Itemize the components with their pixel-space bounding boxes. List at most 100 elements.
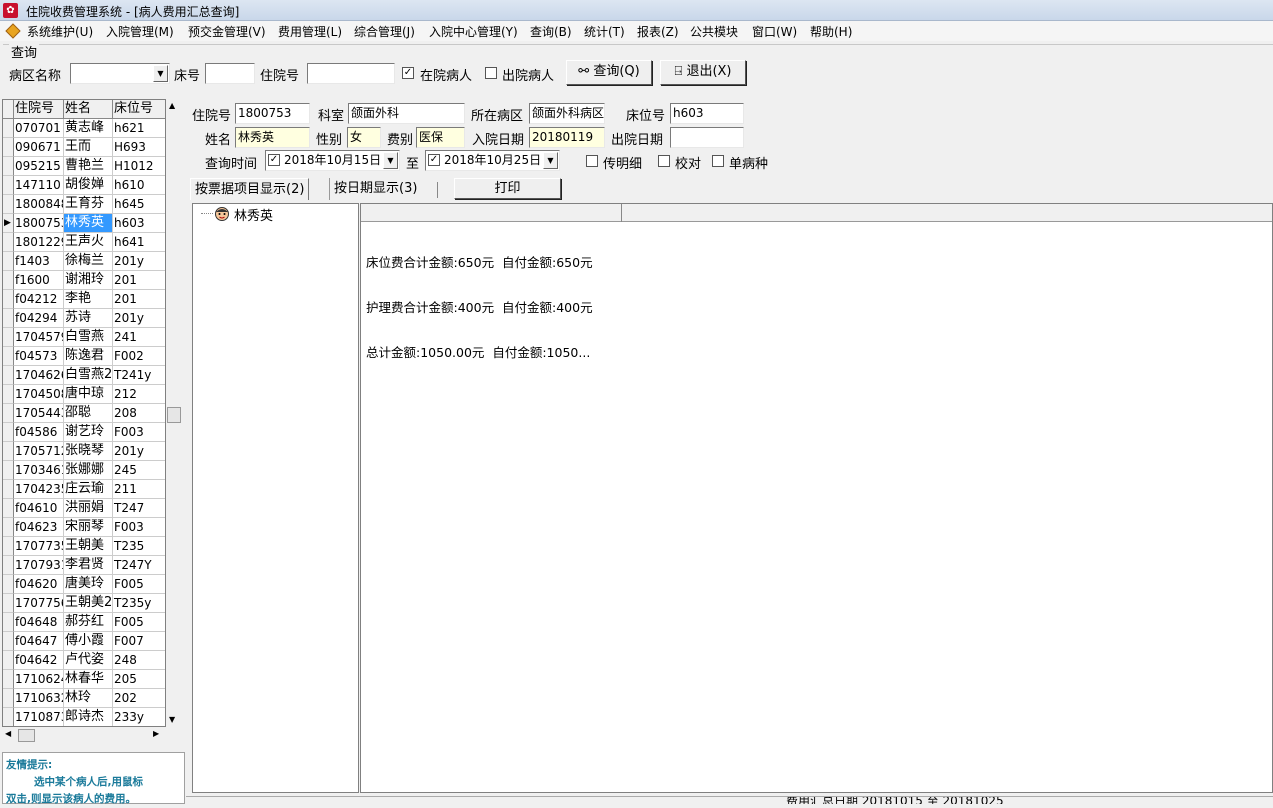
cell-admission[interactable]: f04212: [14, 290, 64, 309]
pi-dept[interactable]: 颌面外科: [348, 103, 465, 124]
bed-input[interactable]: [205, 63, 255, 84]
cell-admission[interactable]: 1800753: [14, 214, 64, 233]
cell-admission[interactable]: 1704508: [14, 385, 64, 404]
menu-system[interactable]: 系统维护(U): [27, 23, 93, 40]
table-row[interactable]: ▶ 1800753 林秀英 h603: [3, 214, 165, 233]
table-row[interactable]: 1704626 白雪燕2 T241y: [3, 366, 165, 385]
table-row[interactable]: f1600 谢湘玲 201: [3, 271, 165, 290]
cell-name[interactable]: 郝芬红: [64, 613, 113, 632]
cell-admission[interactable]: 1707931: [14, 556, 64, 575]
cell-name[interactable]: 白雪燕: [64, 328, 113, 347]
cell-bed[interactable]: h645: [113, 195, 165, 214]
table-row[interactable]: 1705443 邵聪 208: [3, 404, 165, 423]
hscroll-thumb[interactable]: [18, 729, 35, 742]
cell-admission[interactable]: 095215: [14, 157, 64, 176]
table-row[interactable]: 1707931 李君贤 T247Y: [3, 556, 165, 575]
cell-name[interactable]: 唐中琼: [64, 385, 113, 404]
cell-bed[interactable]: 201y: [113, 309, 165, 328]
cell-name[interactable]: 谢艺玲: [64, 423, 113, 442]
cell-bed[interactable]: T247: [113, 499, 165, 518]
cell-name[interactable]: 宋丽琴: [64, 518, 113, 537]
cell-bed[interactable]: T235y: [113, 594, 165, 613]
table-row[interactable]: f04294 苏诗 201y: [3, 309, 165, 328]
cell-bed[interactable]: H693: [113, 138, 165, 157]
grid-horizontal-scrollbar[interactable]: ◀ ▶: [2, 727, 166, 744]
tab-by-receipt[interactable]: 按票据项目显示(2): [190, 178, 310, 200]
cell-bed[interactable]: 208: [113, 404, 165, 423]
cell-bed[interactable]: h610: [113, 176, 165, 195]
cell-bed[interactable]: H1012: [113, 157, 165, 176]
cell-name[interactable]: 林秀英: [64, 214, 113, 233]
table-row[interactable]: 095215 曹艳兰 H1012: [3, 157, 165, 176]
cell-admission[interactable]: 070701: [14, 119, 64, 138]
cell-name[interactable]: 王朝美2: [64, 594, 113, 613]
cell-bed[interactable]: F007: [113, 632, 165, 651]
cell-name[interactable]: 徐梅兰: [64, 252, 113, 271]
menu-public[interactable]: 公共模块: [690, 23, 738, 40]
cell-name[interactable]: 林春华: [64, 670, 113, 689]
table-row[interactable]: 1703461 张娜娜 245: [3, 461, 165, 480]
exit-button[interactable]: ⍈ 退出(X): [660, 60, 746, 85]
menu-deposit[interactable]: 预交金管理(V): [188, 23, 266, 40]
cell-name[interactable]: 唐美玲: [64, 575, 113, 594]
cell-bed[interactable]: 212: [113, 385, 165, 404]
chevron-down-icon[interactable]: ▼: [153, 65, 168, 82]
table-row[interactable]: f04648 郝芬红 F005: [3, 613, 165, 632]
cell-name[interactable]: 林玲: [64, 689, 113, 708]
table-row[interactable]: f04620 唐美玲 F005: [3, 575, 165, 594]
scroll-down-icon[interactable]: ▼: [169, 715, 175, 724]
cell-admission[interactable]: f04642: [14, 651, 64, 670]
table-row[interactable]: 1710632 林玲 202: [3, 689, 165, 708]
table-row[interactable]: f04212 李艳 201: [3, 290, 165, 309]
table-row[interactable]: 1710873 郎诗杰 233y: [3, 708, 165, 726]
cell-name[interactable]: 傅小霞: [64, 632, 113, 651]
grid-header-bed[interactable]: 床位号: [113, 100, 165, 119]
cell-name[interactable]: 苏诗: [64, 309, 113, 328]
cell-name[interactable]: 郎诗杰: [64, 708, 113, 726]
date-to-checkbox[interactable]: ✓: [428, 154, 440, 166]
cell-admission[interactable]: 1705443: [14, 404, 64, 423]
cell-name[interactable]: 王朝美: [64, 537, 113, 556]
menu-fees[interactable]: 费用管理(L): [278, 23, 342, 40]
cell-bed[interactable]: h641: [113, 233, 165, 252]
cell-name[interactable]: 王育芬: [64, 195, 113, 214]
cell-bed[interactable]: 248: [113, 651, 165, 670]
cell-bed[interactable]: h603: [113, 214, 165, 233]
cell-admission[interactable]: 1704235: [14, 480, 64, 499]
table-row[interactable]: f04647 傅小霞 F007: [3, 632, 165, 651]
pi-ward[interactable]: 颌面外科病区: [529, 103, 605, 124]
cell-name[interactable]: 黄志峰: [64, 119, 113, 138]
cell-admission[interactable]: 1704626: [14, 366, 64, 385]
cell-name[interactable]: 白雪燕2: [64, 366, 113, 385]
cell-admission[interactable]: f04648: [14, 613, 64, 632]
cell-name[interactable]: 王而: [64, 138, 113, 157]
table-row[interactable]: 1801229 王声火 h641: [3, 233, 165, 252]
table-row[interactable]: f04642 卢代姿 248: [3, 651, 165, 670]
menu-window[interactable]: 窗口(W): [752, 23, 797, 40]
admission-input[interactable]: [307, 63, 395, 84]
cell-name[interactable]: 张晓琴: [64, 442, 113, 461]
cell-bed[interactable]: 201: [113, 290, 165, 309]
table-row[interactable]: f04623 宋丽琴 F003: [3, 518, 165, 537]
cell-admission[interactable]: 1703461: [14, 461, 64, 480]
cell-admission[interactable]: f04610: [14, 499, 64, 518]
print-button[interactable]: 打印: [454, 178, 561, 199]
cell-bed[interactable]: 202: [113, 689, 165, 708]
menu-query[interactable]: 查询(B): [530, 23, 572, 40]
grid-vertical-scrollbar[interactable]: ▲ ▼: [166, 99, 183, 727]
cell-admission[interactable]: f04573: [14, 347, 64, 366]
pi-name[interactable]: 林秀英: [235, 127, 310, 148]
detail-checkbox[interactable]: [586, 155, 598, 167]
cell-name[interactable]: 胡俊婵: [64, 176, 113, 195]
pi-fee-type[interactable]: 医保: [416, 127, 465, 148]
date-from-checkbox[interactable]: ✓: [268, 154, 280, 166]
cell-name[interactable]: 李君贤: [64, 556, 113, 575]
table-row[interactable]: f04586 谢艺玲 F003: [3, 423, 165, 442]
cell-bed[interactable]: 241: [113, 328, 165, 347]
cell-admission[interactable]: f1403: [14, 252, 64, 271]
grid-header-name[interactable]: 姓名: [64, 100, 113, 119]
cell-name[interactable]: 谢湘玲: [64, 271, 113, 290]
chevron-down-icon[interactable]: ▼: [383, 152, 398, 169]
diamond-menu-icon[interactable]: [5, 23, 21, 39]
cell-name[interactable]: 卢代姿: [64, 651, 113, 670]
